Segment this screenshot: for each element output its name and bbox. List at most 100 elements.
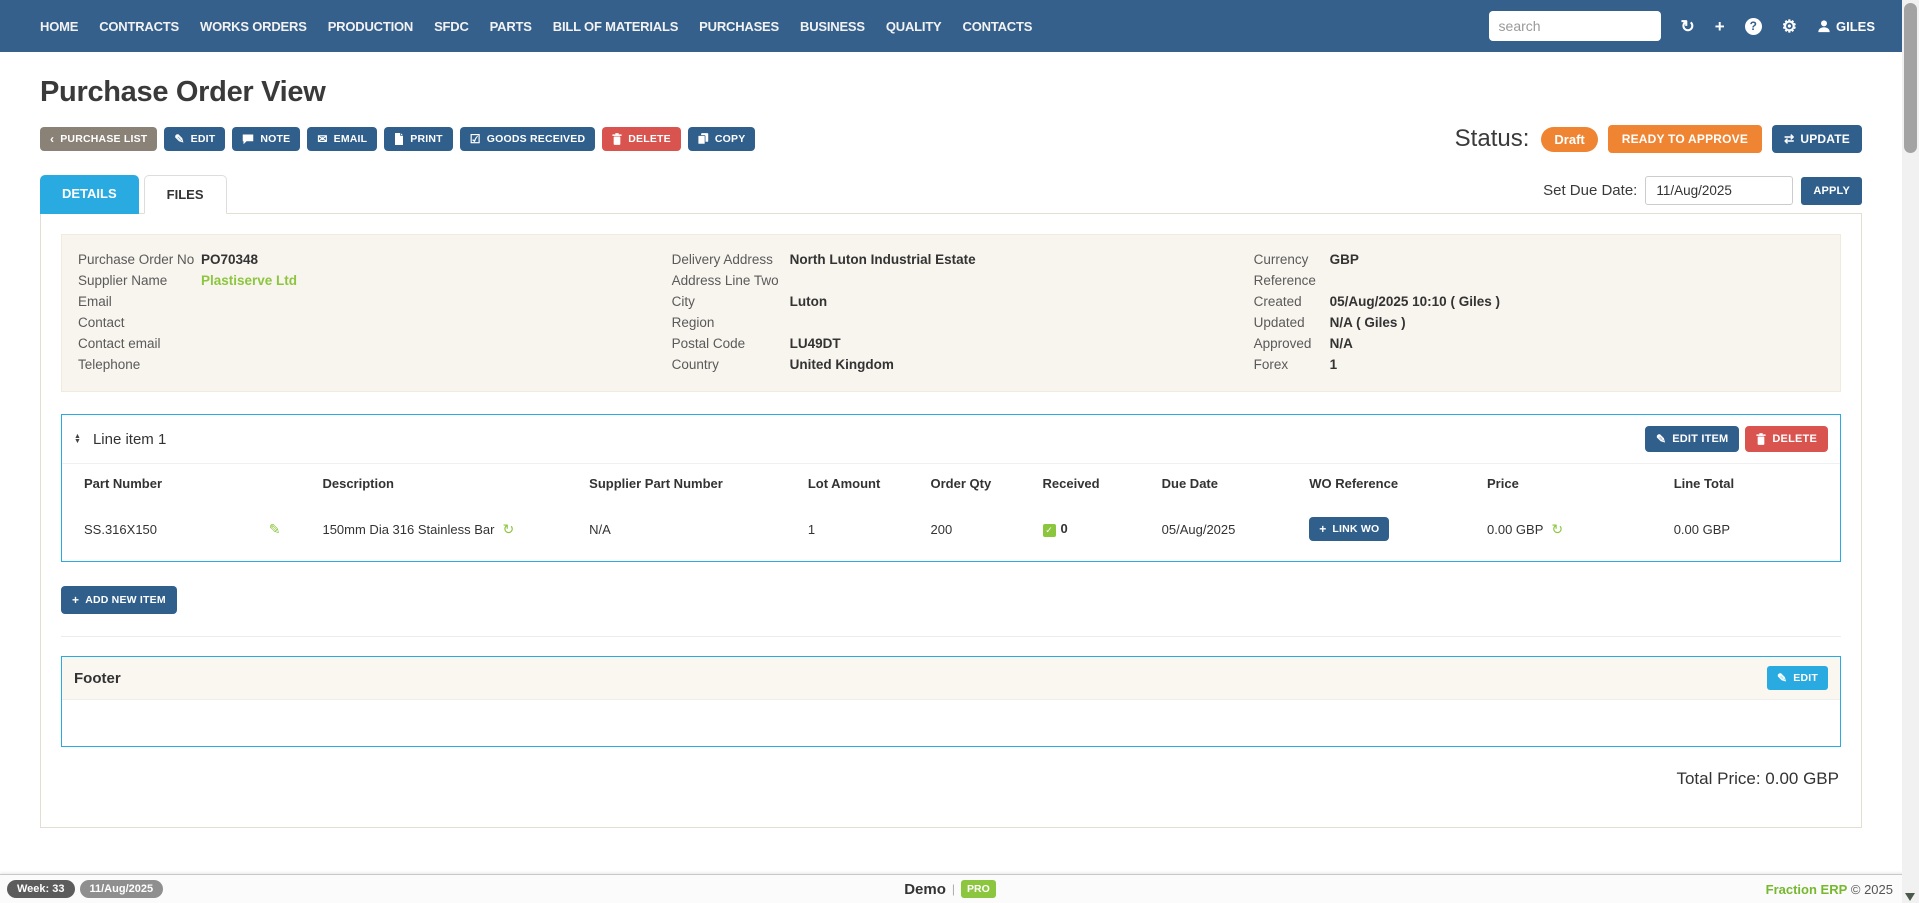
wo-reference-cell: + LINK WO (1301, 503, 1479, 561)
col-wo-reference: WO Reference (1301, 464, 1479, 504)
supplier-name-link[interactable]: Plastiserve Ltd (201, 270, 297, 291)
print-label: PRINT (410, 133, 443, 145)
detail-row: Telephone (78, 354, 672, 375)
update-label: UPDATE (1800, 132, 1850, 146)
purchase-list-label: PURCHASE LIST (60, 133, 147, 145)
nav-item-works-orders[interactable]: WORKS ORDERS (200, 19, 307, 34)
vertical-scrollbar[interactable] (1902, 0, 1919, 903)
line-item-title: Line item 1 (93, 431, 166, 448)
detail-label: City (672, 291, 790, 312)
nav-item-sfdc[interactable]: SFDC (434, 19, 469, 34)
navbar-right-tools: ↻ + ? ⚙ GILES (1489, 11, 1889, 41)
bottom-bar-left: Week: 33 11/Aug/2025 (0, 880, 904, 898)
ready-to-approve-button[interactable]: READY TO APPROVE (1608, 125, 1762, 153)
detail-label: Address Line Two (672, 270, 790, 291)
nav-item-business[interactable]: BUSINESS (800, 19, 865, 34)
gear-icon[interactable]: ⚙ (1782, 18, 1797, 35)
bottom-status-bar: Week: 33 11/Aug/2025 Demo | PRO Fraction… (0, 874, 1919, 903)
refresh-description-icon[interactable]: ↻ (502, 521, 514, 538)
note-button[interactable]: NOTE (232, 127, 300, 151)
plus-icon: + (1319, 523, 1326, 535)
user-menu[interactable]: GILES (1817, 19, 1875, 34)
delete-button[interactable]: DELETE (602, 127, 681, 151)
nav-item-production[interactable]: PRODUCTION (328, 19, 413, 34)
col-order-qty: Order Qty (923, 464, 1035, 504)
nav-item-contacts[interactable]: CONTACTS (963, 19, 1033, 34)
tabs-row: DETAILS FILES Set Due Date: APPLY (40, 175, 1862, 213)
delivery-address-value: North Luton Industrial Estate (790, 249, 976, 270)
scrollbar-thumb[interactable] (1904, 3, 1917, 153)
copyright-text: © 2025 (1851, 882, 1893, 897)
nav-item-quality[interactable]: QUALITY (886, 19, 942, 34)
edit-part-icon[interactable]: ✎ (269, 521, 281, 538)
edit-label: EDIT (191, 133, 216, 145)
nav-item-purchases[interactable]: PURCHASES (699, 19, 779, 34)
speech-bubble-icon (242, 133, 254, 145)
line-item-row: SS.316X150 ✎ 150mm Dia 316 Stainless Bar… (62, 503, 1840, 561)
brand-link[interactable]: Fraction ERP (1766, 882, 1848, 897)
part-number-cell: SS.316X150 ✎ (62, 503, 314, 561)
plus-icon[interactable]: + (1715, 18, 1725, 35)
action-toolbar: ‹ PURCHASE LIST ✎ EDIT NOTE ✉ EMAIL (40, 127, 755, 151)
due-date-input[interactable] (1645, 176, 1793, 205)
price-cell: 0.00 GBP ↻ (1479, 503, 1666, 561)
footer-panel: Footer ✎ EDIT (61, 656, 1841, 747)
purchase-list-button[interactable]: ‹ PURCHASE LIST (40, 127, 157, 151)
edit-button[interactable]: ✎ EDIT (164, 127, 225, 151)
line-items-header-row: Part Number Description Supplier Part Nu… (62, 464, 1840, 504)
line-item-actions: ✎ EDIT ITEM DELETE (1645, 426, 1828, 452)
detail-row: Created05/Aug/2025 10:10 ( Giles ) (1254, 291, 1824, 312)
swap-arrows-icon: ⇄ (1784, 133, 1794, 145)
copy-button[interactable]: COPY (688, 127, 756, 151)
country-value: United Kingdom (790, 354, 894, 375)
add-new-item-label: ADD NEW ITEM (85, 594, 166, 606)
add-new-item-button[interactable]: + ADD NEW ITEM (61, 586, 177, 614)
toolbar-row: ‹ PURCHASE LIST ✎ EDIT NOTE ✉ EMAIL (40, 125, 1862, 153)
help-icon[interactable]: ? (1745, 18, 1762, 35)
line-item-panel: ▲▼ Line item 1 ✎ EDIT ITEM DELETE (61, 414, 1841, 562)
line-items-table: Part Number Description Supplier Part Nu… (62, 463, 1840, 561)
details-column-supplier: Purchase Order NoPO70348 Supplier NamePl… (78, 249, 672, 375)
received-value: 0 (1061, 521, 1068, 536)
trash-icon (612, 133, 622, 145)
email-button[interactable]: ✉ EMAIL (307, 127, 377, 151)
apply-button[interactable]: APPLY (1801, 177, 1862, 205)
edit-item-button[interactable]: ✎ EDIT ITEM (1645, 426, 1739, 452)
refresh-icon[interactable]: ↻ (1681, 18, 1695, 35)
email-label: EMAIL (334, 133, 368, 145)
lot-amount-cell: 1 (800, 503, 923, 561)
scrollbar-down-arrow-icon[interactable] (1905, 893, 1915, 901)
tab-details[interactable]: DETAILS (40, 175, 139, 214)
delete-label: DELETE (628, 133, 671, 145)
price-value: 0.00 GBP (1487, 522, 1543, 537)
refresh-price-icon[interactable]: ↻ (1551, 521, 1563, 538)
nav-item-contracts[interactable]: CONTRACTS (99, 19, 179, 34)
print-button[interactable]: PRINT (384, 127, 453, 151)
received-check-icon[interactable]: ✓ (1043, 524, 1056, 537)
sort-handle-icon[interactable]: ▲▼ (74, 434, 81, 444)
pencil-icon: ✎ (1656, 433, 1666, 445)
main-menu: HOME CONTRACTS WORKS ORDERS PRODUCTION S… (40, 19, 1032, 34)
edit-footer-button[interactable]: ✎ EDIT (1767, 666, 1828, 690)
nav-item-bill-of-materials[interactable]: BILL OF MATERIALS (553, 19, 678, 34)
delete-item-label: DELETE (1772, 433, 1817, 445)
goods-received-button[interactable]: ☑ GOODS RECEIVED (460, 127, 595, 151)
nav-item-home[interactable]: HOME (40, 19, 78, 34)
purchase-order-no-value: PO70348 (201, 249, 258, 270)
link-wo-button[interactable]: + LINK WO (1309, 517, 1389, 541)
detail-row: CurrencyGBP (1254, 249, 1824, 270)
purchase-order-view-page: HOME CONTRACTS WORKS ORDERS PRODUCTION S… (0, 0, 1919, 903)
update-status-button[interactable]: ⇄ UPDATE (1772, 125, 1862, 153)
date-badge: 11/Aug/2025 (80, 880, 164, 898)
tab-files[interactable]: FILES (144, 175, 227, 214)
environment-label: Demo (904, 881, 946, 898)
page-title: Purchase Order View (40, 76, 1862, 109)
detail-label: Telephone (78, 354, 201, 375)
nav-item-parts[interactable]: PARTS (490, 19, 532, 34)
detail-label: Region (672, 312, 790, 333)
search-input[interactable] (1489, 11, 1661, 41)
copy-icon (698, 133, 709, 145)
due-date-cell: 05/Aug/2025 (1154, 503, 1302, 561)
delete-item-button[interactable]: DELETE (1745, 426, 1828, 452)
detail-label: Forex (1254, 354, 1330, 375)
